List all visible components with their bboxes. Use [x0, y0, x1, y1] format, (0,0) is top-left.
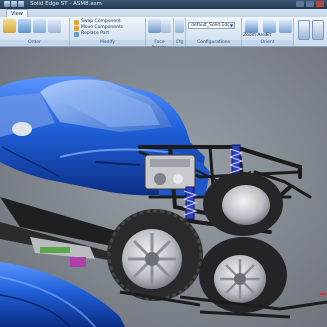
ribbon-group-orient: Zoom Area Fit Orient: [242, 18, 294, 46]
group-label-configurations: Configurations: [186, 40, 241, 46]
maximize-button[interactable]: [306, 1, 314, 7]
tire-front-left: [107, 209, 203, 301]
zoom-area-label: Zoom Area: [243, 33, 268, 38]
chevron-down-icon[interactable]: ▼: [229, 23, 234, 28]
bring-forward-icon[interactable]: [3, 19, 16, 33]
group-label-cfg: Cfg: [174, 40, 185, 46]
face-priority-icon[interactable]: [148, 19, 161, 33]
swap-icon: [74, 19, 79, 25]
engine: [144, 154, 196, 190]
axis-marker: [320, 293, 326, 295]
ribbon-group-configurations: default_Solid Edge ▼ Configurations: [186, 18, 242, 46]
pan-icon[interactable]: [279, 19, 292, 33]
fit-label: Fit: [266, 33, 272, 38]
ribbon-group-cfg: Cfg: [174, 18, 186, 46]
ribbon-group-face-priority: Face Priority: [146, 18, 174, 51]
group-label-modify: Modify: [70, 40, 145, 46]
layer-icon[interactable]: [48, 19, 61, 33]
view-style-icon[interactable]: [298, 20, 310, 40]
assembly-render: [0, 47, 327, 327]
group-label-face-priority: Face Priority: [146, 40, 173, 51]
cfg-icon[interactable]: [175, 19, 184, 33]
close-button[interactable]: [316, 1, 324, 7]
tab-view[interactable]: View: [6, 9, 28, 17]
move-icon: [74, 25, 79, 31]
window-title: Solid Edge ST - ASM8.asm: [30, 1, 102, 7]
ribbon-tab-strip: View: [0, 9, 327, 17]
minimize-button[interactable]: [296, 1, 304, 7]
save-icon[interactable]: [11, 1, 17, 7]
zoom-area-icon[interactable]: [245, 19, 258, 33]
title-bar: Solid Edge ST - ASM8.asm: [0, 0, 327, 9]
configuration-select[interactable]: default_Solid Edge ▼: [188, 22, 235, 29]
tire-rear-right: [203, 172, 283, 236]
send-back-icon[interactable]: [18, 19, 31, 33]
replace-part-button[interactable]: Replace Part: [74, 31, 109, 37]
ribbon: Order Swap Component Move Components Rep…: [0, 17, 327, 51]
group-label-order: Order: [0, 40, 69, 46]
replace-label: Replace Part: [81, 31, 110, 36]
configuration-value: default_Solid Edge: [191, 23, 233, 28]
window-controls: [296, 1, 324, 7]
ribbon-group-modify: Swap Component Move Components Replace P…: [70, 18, 146, 46]
ribbon-group-order: Order: [0, 18, 70, 46]
undo-icon[interactable]: [18, 1, 24, 7]
order-list-icon[interactable]: [33, 19, 46, 33]
group-label-orient: Orient: [242, 40, 293, 46]
face-options-icon[interactable]: [161, 19, 171, 33]
fit-icon[interactable]: [263, 19, 276, 33]
mirror: [12, 122, 32, 136]
app-menu-icon[interactable]: [4, 1, 10, 7]
quick-access-toolbar: [4, 1, 24, 7]
shading-icon[interactable]: [312, 20, 324, 40]
graphics-viewport[interactable]: [0, 47, 327, 327]
replace-icon: [74, 31, 79, 37]
